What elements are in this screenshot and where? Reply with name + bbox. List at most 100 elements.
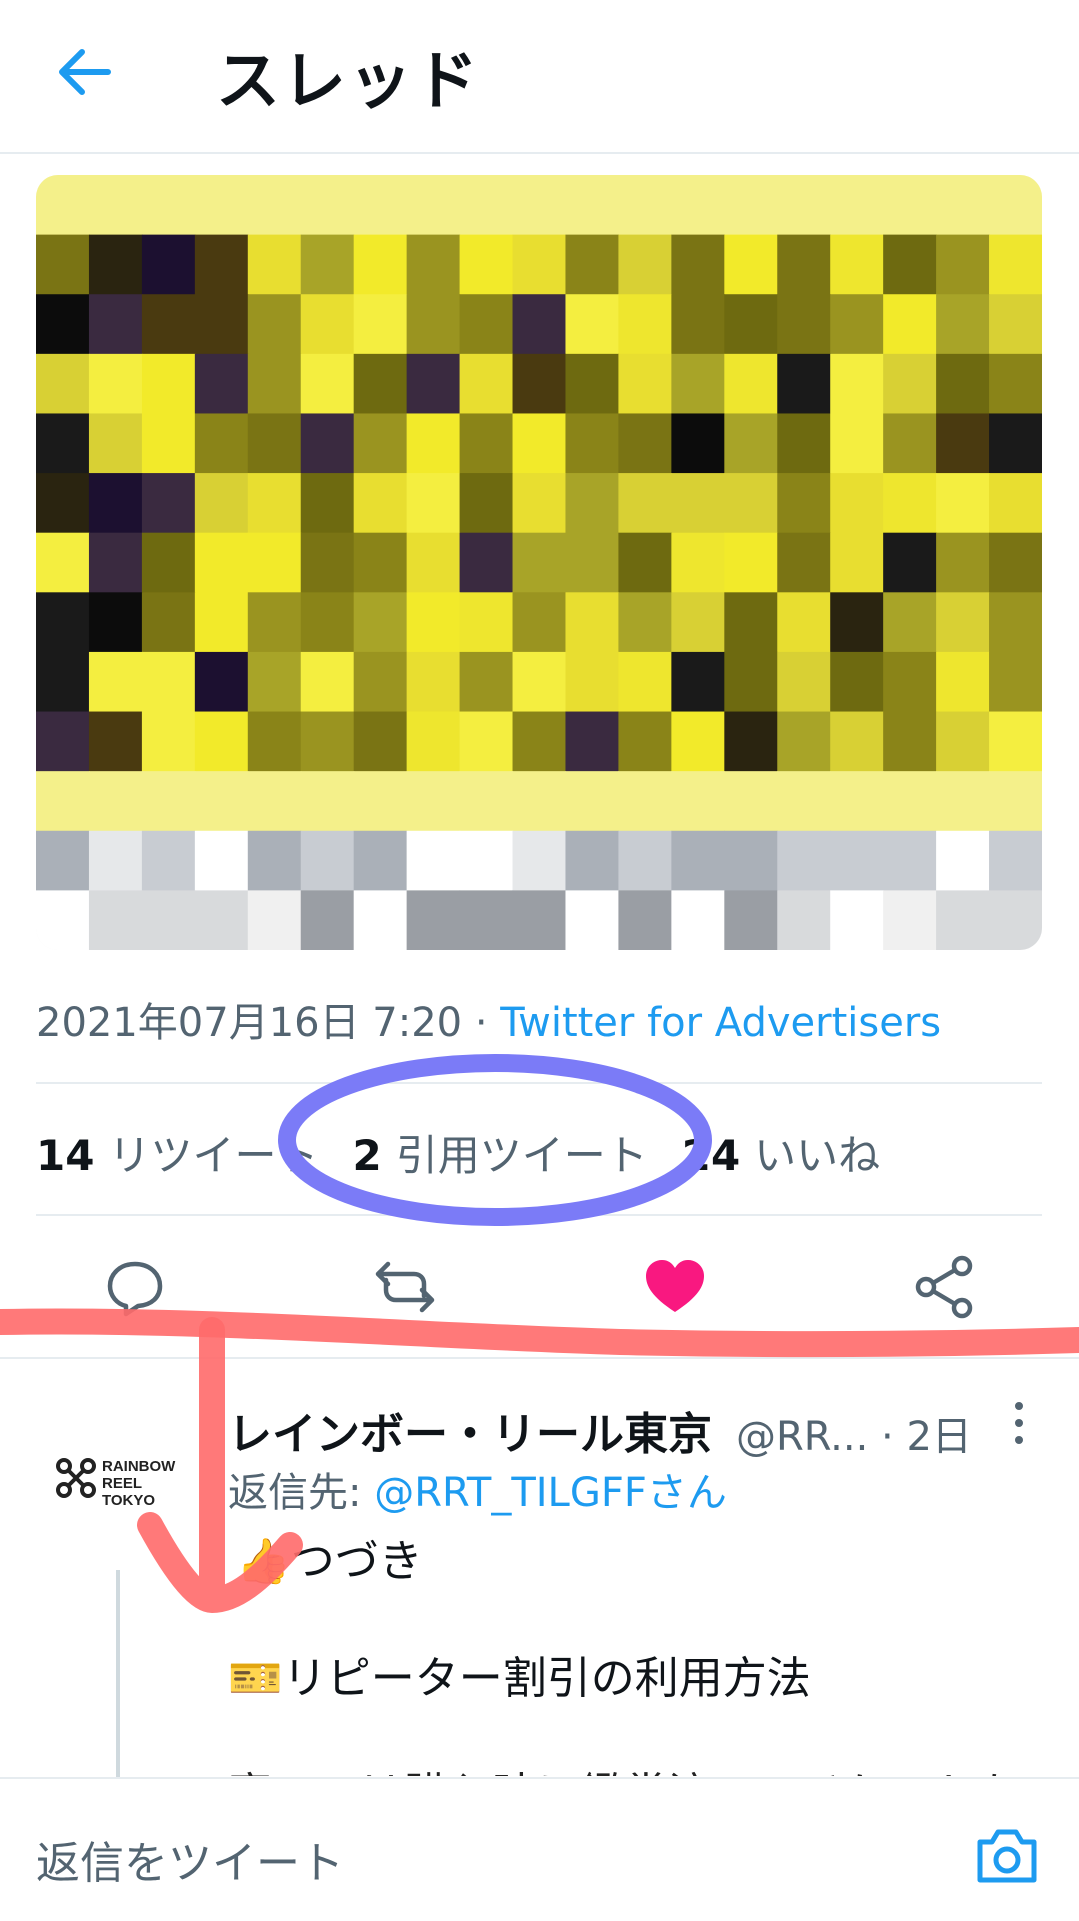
mosaic-tile	[671, 294, 725, 355]
like-icon[interactable]	[640, 1252, 710, 1322]
reply-to-mention[interactable]: @RRT_TILGFFさん	[374, 1470, 727, 1516]
mosaic-tile	[459, 532, 514, 593]
mosaic-tile	[565, 890, 620, 950]
mosaic-tile	[777, 473, 831, 534]
mosaic-tile	[883, 592, 937, 653]
mosaic-tile	[88, 592, 143, 653]
mosaic-tile	[194, 473, 249, 534]
mosaic-tile	[671, 175, 725, 236]
mosaic-tile	[36, 532, 90, 593]
mosaic-tile	[777, 175, 831, 236]
reply-to-label: 返信先:	[228, 1470, 375, 1516]
mosaic-tile	[406, 771, 461, 832]
mosaic-tile	[724, 651, 778, 713]
mosaic-tile	[36, 353, 90, 415]
mosaic-tile	[671, 830, 725, 891]
mosaic-tile	[406, 234, 461, 295]
mosaic-tile	[406, 473, 461, 534]
mosaic-tile	[830, 234, 884, 295]
tweet-source-link[interactable]: Twitter for Advertisers	[500, 1000, 941, 1046]
mosaic-tile	[406, 532, 461, 593]
mosaic-tile	[512, 830, 567, 891]
mosaic-tile	[512, 175, 567, 236]
mosaic-tile	[883, 711, 937, 772]
mosaic-tile	[883, 830, 937, 891]
mosaic-tile	[300, 473, 355, 534]
mosaic-tile	[618, 592, 672, 653]
mosaic-tile	[777, 294, 831, 355]
mosaic-tile	[36, 771, 90, 832]
mosaic-tile	[565, 771, 620, 832]
mosaic-tile	[830, 830, 884, 891]
reply-text-line2-body: リピーター割引の利用方法	[282, 1653, 811, 1704]
pixelated-image	[36, 175, 1042, 950]
mosaic-tile	[406, 592, 461, 653]
mosaic-tile	[777, 830, 831, 891]
mosaic-tile	[459, 890, 514, 950]
mosaic-tile	[406, 353, 461, 415]
mosaic-tile	[141, 890, 196, 950]
reply-icon[interactable]	[100, 1252, 170, 1322]
mosaic-tile	[512, 353, 567, 415]
retweet-icon[interactable]	[370, 1252, 440, 1322]
camera-icon[interactable]	[974, 1826, 1040, 1886]
reply-author-name[interactable]: レインボー・リール東京	[228, 1398, 712, 1462]
mosaic-tile	[724, 175, 778, 236]
mosaic-tile	[883, 413, 937, 474]
mosaic-tile	[724, 532, 778, 593]
mosaic-tile	[989, 592, 1042, 653]
mosaic-tile	[989, 175, 1042, 236]
mosaic-tile	[618, 294, 672, 355]
quotes-stat[interactable]: 2 引用ツイート	[352, 1131, 647, 1180]
mosaic-tile	[724, 234, 778, 295]
tweet-media-image[interactable]	[36, 175, 1042, 950]
mosaic-tile	[724, 353, 778, 415]
mosaic-tile	[671, 592, 725, 653]
mosaic-tile	[724, 711, 778, 772]
mosaic-tile	[247, 890, 302, 950]
mosaic-tile	[194, 532, 249, 593]
mosaic-tile	[247, 592, 302, 653]
more-options-icon[interactable]	[1006, 1398, 1032, 1448]
mosaic-tile	[300, 234, 355, 295]
mosaic-tile	[406, 175, 461, 236]
mosaic-tile	[989, 651, 1042, 713]
mosaic-tile	[194, 771, 249, 832]
mosaic-tile	[618, 473, 672, 534]
reply-compose-input[interactable]: 返信をツイート	[36, 1827, 344, 1891]
mosaic-tile	[194, 651, 249, 713]
mosaic-tile	[247, 353, 302, 415]
mosaic-tile	[936, 473, 990, 534]
mosaic-tile	[512, 413, 567, 474]
arrow-left-icon[interactable]	[52, 40, 116, 104]
mosaic-tile	[36, 830, 90, 891]
mosaic-tile	[247, 711, 302, 772]
mosaic-tile	[36, 175, 90, 236]
mosaic-tile	[406, 711, 461, 772]
mosaic-tile	[724, 890, 778, 950]
mosaic-tile	[618, 353, 672, 415]
mosaic-tile	[565, 234, 620, 295]
mosaic-tile	[830, 651, 884, 713]
mosaic-tile	[459, 413, 514, 474]
mosaic-tile	[353, 353, 408, 415]
share-icon[interactable]	[910, 1252, 980, 1322]
retweets-stat[interactable]: 14 リツイート	[36, 1131, 318, 1180]
likes-stat[interactable]: 24 いいね	[682, 1131, 880, 1180]
mosaic-tile	[88, 890, 143, 950]
mosaic-tile	[830, 890, 884, 950]
meta-separator: ·	[462, 1000, 501, 1046]
mosaic-tile	[936, 532, 990, 593]
mosaic-tile	[406, 294, 461, 355]
mosaic-tile	[300, 532, 355, 593]
mosaic-tile	[830, 532, 884, 593]
mosaic-tile	[194, 175, 249, 236]
mosaic-tile	[459, 294, 514, 355]
app-header	[0, 0, 1079, 154]
mosaic-tile	[618, 532, 672, 593]
mosaic-tile	[936, 175, 990, 236]
mosaic-tile	[565, 413, 620, 474]
avatar[interactable]: RAINBOW REEL TOKYO	[36, 1400, 200, 1564]
mosaic-tile	[777, 651, 831, 713]
mosaic-tile	[989, 294, 1042, 355]
